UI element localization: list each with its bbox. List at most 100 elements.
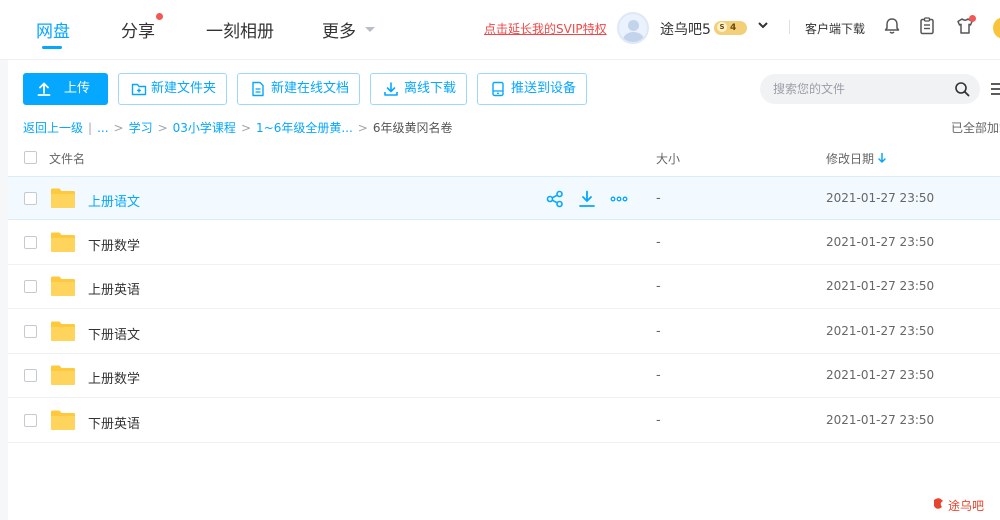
file-size: -	[656, 279, 661, 294]
vip-level: 4	[730, 23, 737, 33]
offline-download-button[interactable]: 离线下载	[370, 73, 467, 105]
push-to-device-label: 推送到设备	[511, 81, 577, 96]
column-header-modified-label: 修改日期	[826, 152, 875, 166]
table-row[interactable]: 上册数学 - 2021-01-27 23:50	[8, 354, 1000, 398]
breadcrumb-item[interactable]: 学习	[129, 121, 153, 135]
file-size: -	[656, 368, 661, 383]
upload-label: 上传	[64, 81, 91, 96]
svip-extend-link[interactable]: 点击延长我的SVIP特权	[484, 20, 607, 37]
folder-icon	[51, 232, 75, 252]
file-name[interactable]: 上册英语	[88, 279, 140, 298]
svip-badge-icon: S	[717, 22, 727, 32]
file-modified-date: 2021-01-27 23:50	[826, 413, 935, 427]
file-name[interactable]: 上册数学	[88, 368, 140, 387]
file-modified-date: 2021-01-27 23:50	[826, 279, 935, 293]
new-folder-label: 新建文件夹	[151, 81, 217, 96]
new-online-doc-button[interactable]: 新建在线文档	[237, 73, 360, 105]
search-icon[interactable]	[954, 81, 970, 97]
column-header-size[interactable]: 大小	[656, 150, 680, 167]
file-name[interactable]: 上册语文	[88, 191, 140, 210]
breadcrumb-separator: >	[113, 121, 124, 135]
file-size: -	[656, 235, 661, 250]
column-header-modified[interactable]: 修改日期	[826, 150, 887, 167]
file-size: -	[656, 413, 661, 428]
chevron-down-icon[interactable]	[758, 20, 768, 30]
file-name[interactable]: 下册英语	[88, 413, 140, 432]
document-icon	[252, 81, 264, 97]
breadcrumb-item[interactable]: 1~6年级全册黄...	[256, 121, 353, 135]
search-box	[760, 74, 980, 104]
vip-level-badge: S4	[714, 21, 747, 35]
download-icon	[384, 82, 398, 96]
folder-icon	[51, 321, 75, 341]
row-checkbox[interactable]	[24, 325, 37, 338]
file-modified-date: 2021-01-27 23:50	[826, 324, 935, 338]
select-all-checkbox[interactable]	[24, 151, 37, 164]
nav-tab-moment-album[interactable]: 一刻相册	[206, 17, 274, 42]
active-tab-indicator	[42, 46, 62, 49]
watermark-text: 途乌吧	[948, 498, 984, 513]
device-icon	[492, 81, 504, 97]
file-name[interactable]: 下册数学	[88, 235, 140, 254]
username[interactable]: 途乌吧5	[660, 19, 711, 39]
clipboard-icon[interactable]	[917, 16, 937, 36]
table-row[interactable]: 下册语文 - 2021-01-27 23:50	[8, 310, 1000, 354]
nav-tab-more[interactable]: 更多	[322, 17, 356, 42]
list-view-icon[interactable]	[990, 82, 1000, 96]
row-checkbox[interactable]	[24, 236, 37, 249]
push-to-device-button[interactable]: 推送到设备	[477, 73, 587, 105]
nav-tab-netdisk[interactable]: 网盘	[36, 17, 70, 42]
sidebar-edge	[0, 60, 8, 520]
row-checkbox[interactable]	[24, 369, 37, 382]
download-icon[interactable]	[578, 190, 596, 208]
row-checkbox[interactable]	[24, 192, 37, 205]
bell-icon[interactable]	[882, 16, 902, 36]
caret-down-icon[interactable]	[365, 27, 375, 32]
file-modified-date: 2021-01-27 23:50	[826, 235, 935, 249]
sort-descending-icon	[878, 152, 886, 163]
folder-icon	[51, 276, 75, 296]
vip-center-icon[interactable]	[993, 17, 1000, 39]
file-modified-date: 2021-01-27 23:50	[826, 191, 935, 205]
breadcrumb-back[interactable]: 返回上一级	[23, 121, 83, 135]
folder-icon	[51, 188, 75, 208]
offline-download-label: 离线下载	[404, 81, 457, 96]
divider	[789, 20, 790, 34]
breadcrumb: 返回上一级 |... > 学习 >03小学课程 >1~6年级全册黄... >6年级黄冈名卷	[23, 119, 452, 136]
breadcrumb-separator: >	[157, 121, 168, 135]
file-modified-date: 2021-01-27 23:50	[826, 368, 935, 382]
new-online-doc-label: 新建在线文档	[271, 81, 350, 96]
new-folder-icon	[131, 83, 147, 96]
breadcrumb-item[interactable]: 03小学课程	[173, 121, 236, 135]
share-notification-dot	[156, 13, 163, 20]
folder-icon	[51, 410, 75, 430]
share-icon[interactable]	[546, 190, 564, 208]
breadcrumb-ellipsis[interactable]: ...	[97, 121, 108, 135]
client-download-link[interactable]: 客户端下载	[805, 20, 865, 37]
column-header-name[interactable]: 文件名	[49, 150, 85, 167]
table-row[interactable]: 上册英语 - 2021-01-27 23:50	[8, 265, 1000, 309]
top-navigation-bar: 网盘 分享 一刻相册 更多 点击延长我的SVIP特权 途乌吧5 S4 客户端下载	[0, 0, 1000, 60]
breadcrumb-current: 6年级黄冈名卷	[372, 121, 453, 135]
loaded-all-status: 已全部加载	[951, 121, 1000, 135]
table-row[interactable]: 下册英语 - 2021-01-27 23:50	[8, 399, 1000, 443]
row-checkbox[interactable]	[24, 280, 37, 293]
row-checkbox[interactable]	[24, 414, 37, 427]
upload-button[interactable]: 上传	[23, 73, 108, 105]
table-row[interactable]: 下册数学 - 2021-01-27 23:50	[8, 221, 1000, 265]
new-folder-button[interactable]: 新建文件夹	[118, 73, 227, 105]
folder-icon	[51, 365, 75, 385]
avatar[interactable]	[617, 12, 649, 44]
watermark-logo: 途乌吧	[934, 498, 984, 513]
upload-icon	[37, 82, 51, 96]
breadcrumb-separator: >	[240, 121, 251, 135]
table-row[interactable]: 上册语文 - 2021-01-27 23:50	[8, 176, 1000, 220]
file-name[interactable]: 下册语文	[88, 324, 140, 343]
nav-tab-share[interactable]: 分享	[121, 17, 155, 42]
file-size: -	[656, 191, 661, 206]
more-icon[interactable]	[610, 190, 628, 208]
file-size: -	[656, 324, 661, 339]
avatar-head	[628, 20, 639, 31]
search-input[interactable]	[773, 74, 943, 104]
skin-notification-dot	[969, 15, 976, 22]
